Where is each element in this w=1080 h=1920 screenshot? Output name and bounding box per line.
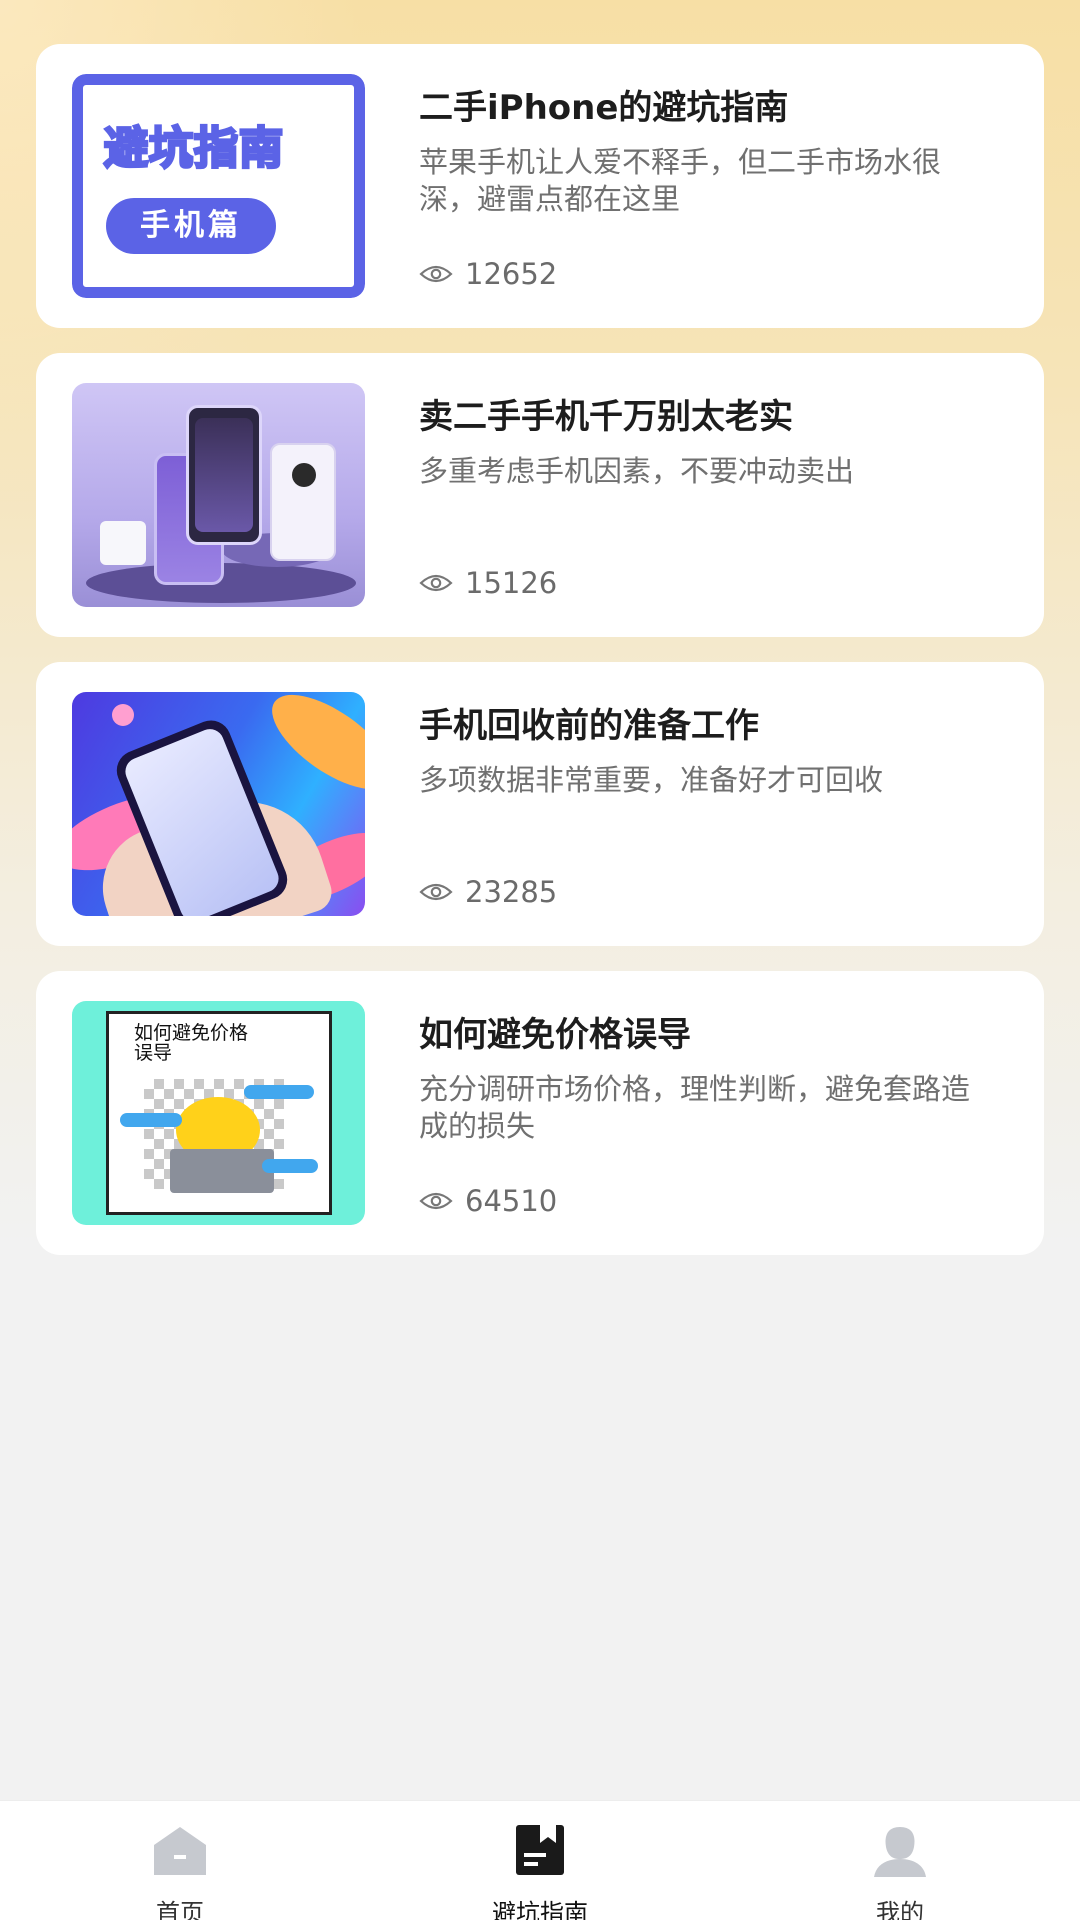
view-count-value: 64510 (465, 1184, 558, 1218)
tab-home[interactable]: 首页 (80, 1801, 280, 1920)
tab-label: 我的 (876, 1899, 924, 1920)
bottom-tab-bar: 首页 避坑指南 我的 (0, 1800, 1080, 1920)
article-description: 充分调研市场价格，理性判断，避免套路造成的损失 (419, 1072, 971, 1143)
article-card[interactable]: 卖二手手机千万别太老实 多重考虑手机因素，不要冲动卖出 15126 (36, 353, 1044, 637)
eye-icon (419, 1192, 453, 1210)
article-title: 卖二手手机千万别太老实 (419, 397, 793, 437)
view-count-value: 23285 (465, 875, 558, 909)
article-card[interactable]: 手机回收前的准备工作 多项数据非常重要，准备好才可回收 23285 (36, 662, 1044, 946)
article-card[interactable]: 如何避免价格 误导 如何避免价格误导 充分调研市场价格，理性判断，避免套路造成的… (36, 971, 1044, 1255)
article-title: 二手iPhone的避坑指南 (419, 88, 789, 128)
article-thumbnail (72, 692, 365, 916)
view-count-value: 12652 (465, 257, 558, 291)
article-thumbnail: 如何避免价格 误导 (72, 1001, 365, 1225)
eye-icon (419, 883, 453, 901)
home-icon (154, 1827, 206, 1875)
eye-icon (419, 265, 453, 283)
eye-icon (419, 574, 453, 592)
guide-icon (516, 1825, 564, 1875)
article-title: 如何避免价格误导 (419, 1015, 691, 1055)
article-title: 手机回收前的准备工作 (419, 706, 759, 746)
tab-profile[interactable]: 我的 (800, 1801, 1000, 1920)
article-description: 多项数据非常重要，准备好才可回收 (419, 763, 884, 797)
article-thumbnail (72, 383, 365, 607)
thumbnail-heading: 避坑指南 (103, 122, 285, 176)
article-list: 避坑指南 手机篇 二手iPhone的避坑指南 苹果手机让人爱不释手，但二手市场水… (36, 44, 1044, 1280)
profile-icon (874, 1827, 926, 1877)
tab-guide[interactable]: 避坑指南 (440, 1801, 640, 1920)
article-description: 苹果手机让人爱不释手，但二手市场水很深，避雷点都在这里 (419, 145, 942, 216)
article-description: 多重考虑手机因素，不要冲动卖出 (419, 454, 855, 488)
view-count: 12652 (419, 256, 557, 292)
view-count: 23285 (419, 874, 557, 910)
view-count-value: 15126 (465, 566, 558, 600)
thumbnail-pill: 手机篇 (106, 198, 276, 254)
article-thumbnail: 避坑指南 手机篇 (72, 74, 365, 298)
article-card[interactable]: 避坑指南 手机篇 二手iPhone的避坑指南 苹果手机让人爱不释手，但二手市场水… (36, 44, 1044, 328)
thumbnail-caption: 如何避免价格 误导 (134, 1022, 249, 1064)
tab-label: 首页 (156, 1899, 204, 1920)
tab-label: 避坑指南 (492, 1899, 588, 1920)
view-count: 15126 (419, 565, 557, 601)
app-page: 避坑指南 手机篇 二手iPhone的避坑指南 苹果手机让人爱不释手，但二手市场水… (0, 0, 1080, 1920)
view-count: 64510 (419, 1183, 557, 1219)
